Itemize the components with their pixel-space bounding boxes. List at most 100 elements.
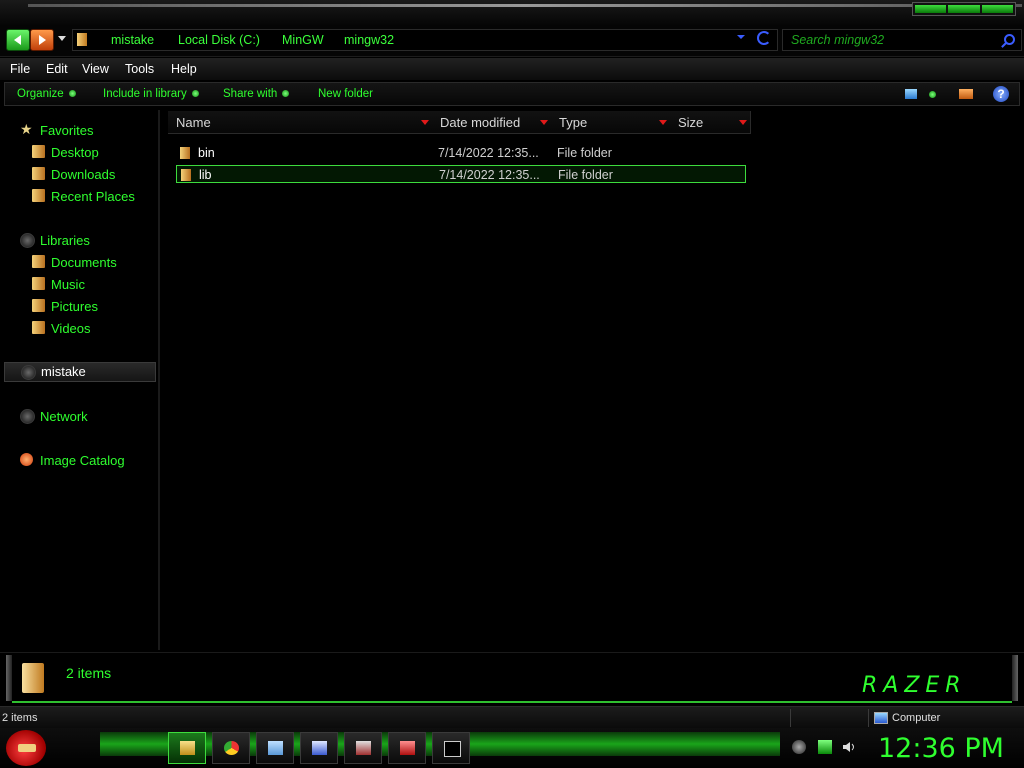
file-row-lib[interactable]: lib 7/14/2022 12:35... File folder	[176, 165, 746, 183]
status-separator	[790, 709, 791, 727]
share-with-button[interactable]: Share with	[223, 88, 290, 100]
include-in-library-button[interactable]: Include in library	[103, 88, 199, 100]
image-catalog-icon	[20, 453, 33, 466]
breadcrumb-mingw[interactable]: MinGW	[282, 33, 324, 47]
column-header-type[interactable]: Type	[551, 111, 671, 134]
taskbar-task-button[interactable]	[300, 732, 338, 764]
menu-help[interactable]: Help	[171, 62, 197, 76]
downloads-icon	[32, 167, 45, 180]
media-icon	[356, 741, 371, 755]
include-dropdown-icon	[191, 90, 199, 98]
taskbar-explorer-button[interactable]	[168, 732, 206, 764]
menu-edit[interactable]: Edit	[46, 62, 68, 76]
volume-icon[interactable]	[842, 740, 856, 754]
window-controls[interactable]	[912, 2, 1016, 16]
column-name-label: Name	[176, 115, 211, 130]
close-button[interactable]	[981, 5, 1013, 13]
details-edge-left	[6, 655, 12, 701]
item-count: 2 items	[66, 665, 112, 681]
taskbar-cmd-button[interactable]	[432, 732, 470, 764]
cmd-icon	[444, 741, 461, 757]
breadcrumb-mistake[interactable]: mistake	[111, 33, 154, 47]
column-type-label: Type	[559, 115, 588, 130]
menu-bar: File Edit View Tools Help	[0, 58, 1024, 80]
star-icon: ★	[20, 121, 33, 137]
music-icon	[32, 277, 45, 290]
details-pane: 2 items RAZER	[0, 652, 1024, 705]
breadcrumb-mingw32[interactable]: mingw32	[344, 33, 394, 47]
refresh-icon[interactable]	[757, 31, 771, 45]
column-header-name[interactable]: Name	[168, 111, 433, 134]
organize-label: Organize	[17, 88, 64, 100]
change-view-icon[interactable]	[905, 89, 917, 99]
sidebar-favorites[interactable]: Favorites	[40, 123, 93, 138]
search-icon[interactable]	[1004, 34, 1015, 45]
title-bar-highlight	[28, 4, 1022, 7]
column-header-size[interactable]: Size	[670, 111, 751, 134]
sidebar-image-catalog[interactable]: Image Catalog	[40, 453, 125, 468]
preview-pane-icon[interactable]	[959, 89, 973, 99]
maximize-button[interactable]	[948, 5, 980, 13]
folder-icon	[77, 33, 87, 46]
menu-file[interactable]: File	[10, 62, 30, 76]
forward-arrow-icon	[39, 35, 46, 45]
folder-icon	[180, 147, 190, 159]
sidebar-item-music[interactable]: Music	[51, 277, 85, 292]
file-name: lib	[199, 168, 212, 182]
organize-button[interactable]: Organize	[17, 88, 76, 100]
sidebar-item-desktop[interactable]: Desktop	[51, 145, 99, 160]
taskbar: 12:36 PM	[0, 728, 1024, 768]
minimize-button[interactable]	[915, 5, 947, 13]
menu-tools[interactable]: Tools	[125, 62, 154, 76]
new-folder-button[interactable]: New folder	[318, 88, 373, 100]
date-filter-dropdown-icon[interactable]	[540, 120, 548, 125]
sidebar-item-downloads[interactable]: Downloads	[51, 167, 115, 182]
command-bar: Organize Include in library Share with N…	[4, 82, 1020, 106]
tray-expand-icon[interactable]	[792, 740, 806, 754]
start-button[interactable]	[6, 730, 46, 766]
sidebar-item-pictures[interactable]: Pictures	[51, 299, 98, 314]
clock[interactable]: 12:36 PM	[878, 733, 1004, 764]
help-icon[interactable]: ?	[993, 86, 1009, 102]
details-baseline	[12, 701, 1012, 703]
sidebar-network[interactable]: Network	[40, 409, 88, 424]
recent-places-icon	[32, 189, 45, 202]
network-tray-icon[interactable]	[818, 740, 832, 754]
address-bar[interactable]: mistake Local Disk (C:) MinGW mingw32	[72, 29, 778, 51]
taskbar-app-button[interactable]	[388, 732, 426, 764]
notepad-icon	[268, 741, 283, 755]
network-icon	[20, 409, 35, 424]
view-dropdown-icon[interactable]	[929, 91, 936, 98]
recent-pages-dropdown[interactable]	[58, 36, 66, 41]
name-filter-dropdown-icon[interactable]	[421, 120, 429, 125]
column-date-label: Date modified	[440, 115, 521, 130]
sidebar-item-documents[interactable]: Documents	[51, 255, 117, 270]
taskbar-media-button[interactable]	[344, 732, 382, 764]
address-dropdown-icon[interactable]	[737, 35, 745, 39]
explorer-icon	[180, 741, 195, 755]
search-box[interactable]: Search mingw32	[782, 29, 1022, 51]
pictures-icon	[32, 299, 45, 312]
sidebar-libraries[interactable]: Libraries	[40, 233, 90, 248]
sidebar-item-homegroup[interactable]: mistake	[4, 362, 156, 382]
column-header-date[interactable]: Date modified	[432, 111, 552, 134]
search-input[interactable]: Search mingw32	[791, 33, 884, 47]
forward-button[interactable]	[30, 29, 54, 51]
documents-icon	[32, 255, 45, 268]
column-headers: Name Date modified Type Size	[162, 111, 1024, 134]
taskbar-notepad-button[interactable]	[256, 732, 294, 764]
menu-view[interactable]: View	[82, 62, 109, 76]
libraries-icon	[20, 233, 35, 248]
sidebar-item-recent-places[interactable]: Recent Places	[51, 189, 135, 204]
sidebar-item-videos[interactable]: Videos	[51, 321, 91, 336]
back-button[interactable]	[6, 29, 30, 51]
taskbar-chrome-button[interactable]	[212, 732, 250, 764]
type-filter-dropdown-icon[interactable]	[659, 120, 667, 125]
homegroup-label: mistake	[41, 364, 86, 379]
size-filter-dropdown-icon[interactable]	[739, 120, 747, 125]
details-edge-right	[1012, 655, 1018, 701]
organize-dropdown-icon	[68, 90, 76, 98]
file-row-bin[interactable]: bin 7/14/2022 12:35... File folder	[176, 144, 746, 162]
status-bar: 2 items Computer	[0, 706, 1024, 729]
breadcrumb-local-disk[interactable]: Local Disk (C:)	[178, 33, 260, 47]
